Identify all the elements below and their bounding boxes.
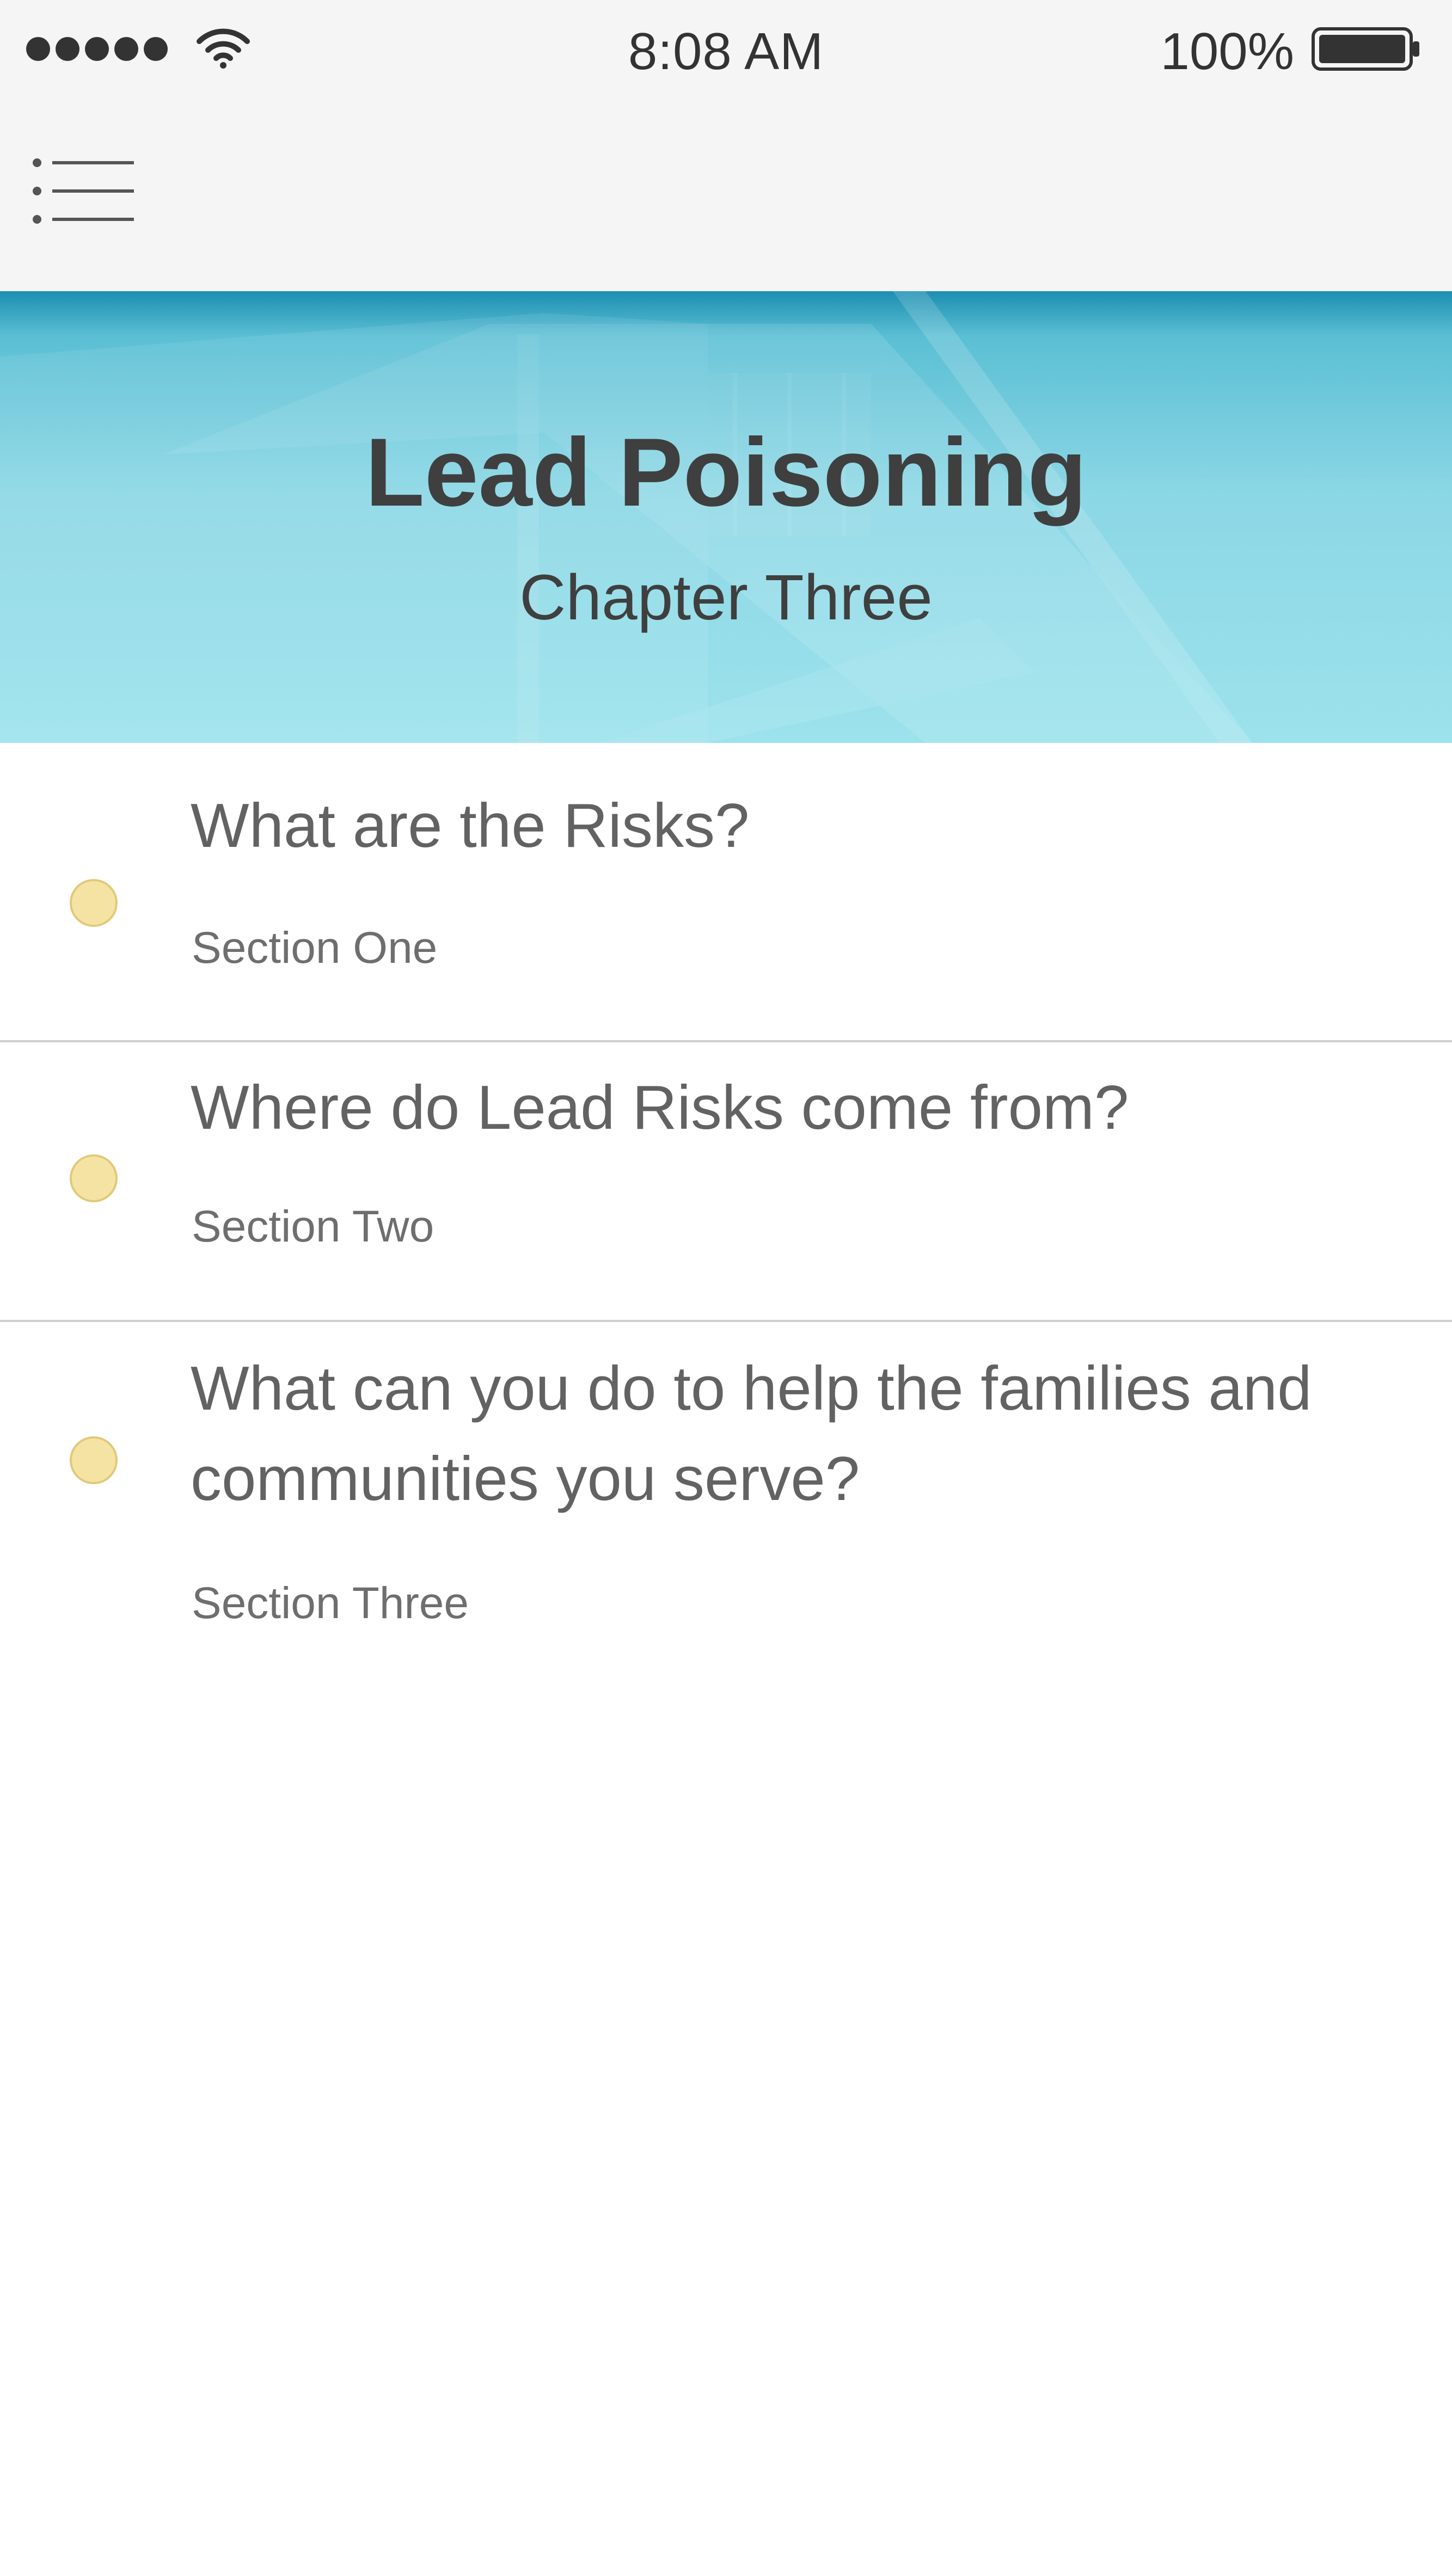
battery-icon	[1312, 27, 1419, 71]
chapter-hero-banner: Lead Poisoning Chapter Three	[0, 291, 1452, 743]
status-bar: 8:08 AM 100%	[0, 0, 1452, 95]
progress-dot-icon	[70, 1436, 118, 1484]
navigation-bar	[0, 95, 1452, 291]
section-number: Section Two	[192, 1202, 434, 1251]
chapter-subtitle: Chapter Three	[519, 562, 933, 634]
battery-percent: 100%	[1160, 22, 1294, 81]
section-item-three[interactable]: What can you do to help the families and…	[0, 1322, 1452, 1692]
progress-dot-icon	[70, 1154, 118, 1202]
progress-dot-icon	[70, 879, 118, 927]
section-title: What are the Risks?	[191, 791, 750, 860]
section-item-two[interactable]: Where do Lead Risks come from? Section T…	[0, 1042, 1452, 1320]
section-number: Section Three	[192, 1578, 469, 1628]
section-item-one[interactable]: What are the Risks? Section One	[0, 743, 1452, 1041]
section-title: Where do Lead Risks come from?	[191, 1073, 1129, 1142]
app-screen: 8:08 AM 100% Lead Poisoning Chapter Thre…	[0, 0, 1452, 2576]
section-title: What can you do to help the families and…	[191, 1354, 1312, 1514]
hamburger-menu-icon[interactable]	[32, 156, 135, 227]
chapter-title: Lead Poisoning	[365, 418, 1087, 526]
section-number: Section One	[192, 923, 438, 973]
